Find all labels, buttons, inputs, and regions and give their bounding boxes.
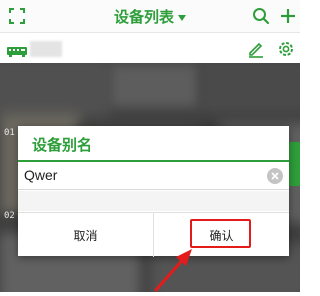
page-title: 设备列表 — [113, 7, 174, 26]
device-name-blurred — [30, 41, 62, 57]
device-icon — [6, 43, 28, 62]
plus-icon[interactable] — [276, 0, 300, 32]
search-icon[interactable] — [248, 0, 274, 32]
side-tab — [288, 142, 300, 186]
pencil-icon[interactable] — [247, 40, 265, 62]
channel-number: 02 — [4, 211, 15, 221]
dialog-title: 设备别名 — [32, 136, 93, 154]
pointer-arrow-icon — [150, 246, 196, 296]
dialog-spacer — [18, 191, 289, 211]
cancel-label: 取消 — [73, 228, 98, 243]
confirm-highlight-box — [190, 219, 251, 248]
cancel-button[interactable]: 取消 — [18, 213, 154, 257]
alias-input[interactable]: Qwer — [18, 162, 289, 190]
triangle-down-icon — [178, 7, 186, 25]
channel-number: 01 — [4, 128, 15, 138]
device-toolbar — [0, 33, 300, 63]
gear-icon[interactable] — [276, 39, 296, 63]
alias-input-value: Qwer — [24, 167, 58, 183]
top-bar: 设备列表 — [0, 0, 300, 33]
clear-icon[interactable] — [267, 168, 283, 184]
